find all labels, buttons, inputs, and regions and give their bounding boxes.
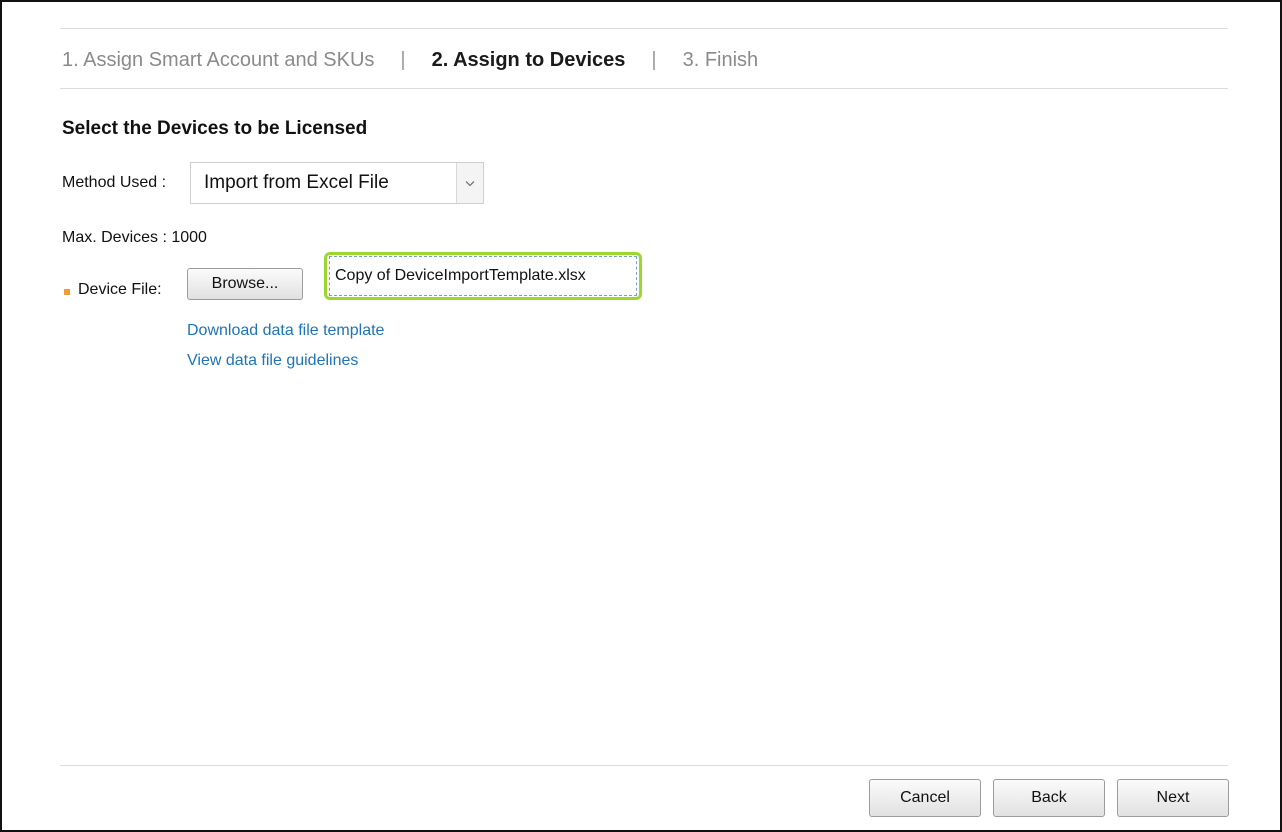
device-file-label: Device File: <box>78 281 162 298</box>
step-separator: | <box>400 48 406 71</box>
guidelines-link[interactable]: View data file guidelines <box>187 352 358 370</box>
wizard-steps: 1. Assign Smart Account and SKUs | 2. As… <box>62 44 758 76</box>
steps-divider <box>60 88 1228 89</box>
required-marker-icon <box>64 289 70 295</box>
top-divider <box>60 28 1228 29</box>
step-2-active: 2. Assign to Devices <box>431 48 626 71</box>
section-title: Select the Devices to be Licensed <box>62 118 368 139</box>
selected-file-name: Copy of DeviceImportTemplate.xlsx <box>324 252 642 300</box>
browse-button[interactable]: Browse... <box>187 268 303 300</box>
file-name-text: Copy of DeviceImportTemplate.xlsx <box>335 267 586 284</box>
back-button[interactable]: Back <box>993 779 1105 817</box>
footer-divider <box>60 765 1228 766</box>
method-select-value: Import from Excel File <box>204 172 389 193</box>
max-devices: Max. Devices : 1000 <box>62 229 207 246</box>
step-1: 1. Assign Smart Account and SKUs <box>62 48 375 71</box>
chevron-down-icon[interactable] <box>456 163 483 203</box>
next-button[interactable]: Next <box>1117 779 1229 817</box>
download-template-link[interactable]: Download data file template <box>187 322 384 340</box>
method-select[interactable]: Import from Excel File <box>190 162 484 204</box>
step-3: 3. Finish <box>682 48 759 71</box>
step-separator: | <box>651 48 657 71</box>
method-label: Method Used : <box>62 174 167 191</box>
cancel-button[interactable]: Cancel <box>869 779 981 817</box>
